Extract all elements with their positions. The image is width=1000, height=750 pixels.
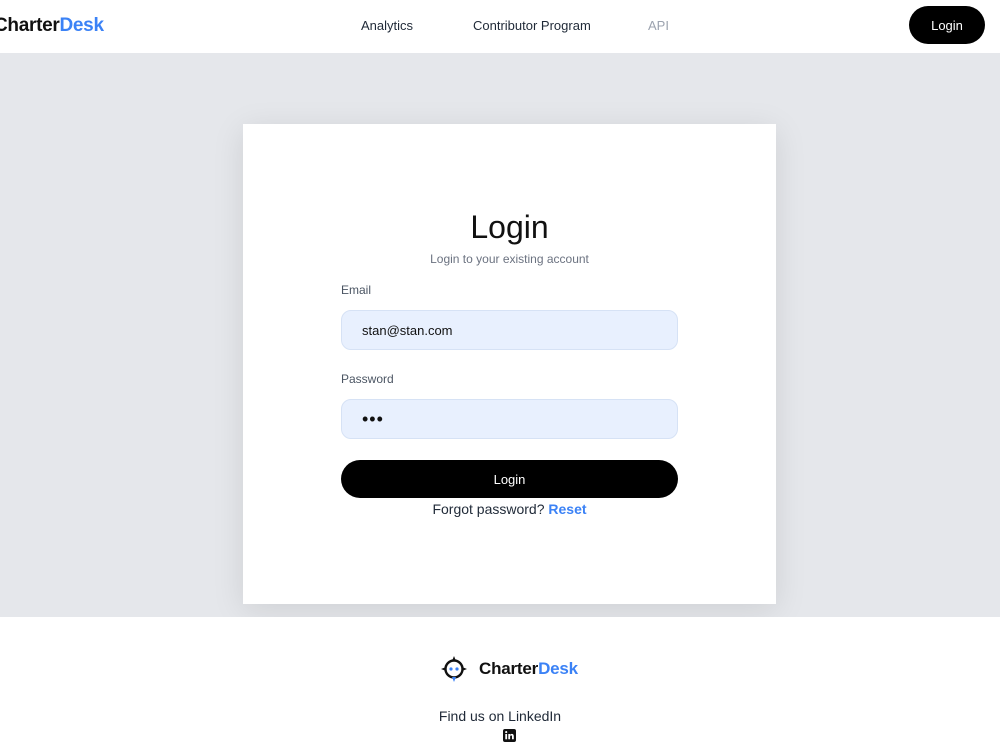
login-card: Login Login to your existing account Ema… bbox=[243, 124, 776, 604]
email-field[interactable] bbox=[341, 310, 678, 350]
email-label: Email bbox=[341, 283, 372, 297]
compass-logo-icon bbox=[441, 656, 467, 682]
nav-link-api[interactable]: API bbox=[648, 18, 669, 34]
nav-link-analytics[interactable]: Analytics bbox=[361, 18, 413, 34]
login-submit-button[interactable]: Login bbox=[341, 460, 678, 498]
brand-name-part2: Desk bbox=[59, 15, 104, 36]
linkedin-caption: Find us on LinkedIn bbox=[438, 708, 562, 724]
page-subtitle: Login to your existing account bbox=[430, 252, 589, 266]
forgot-password-row: Forgot password? Reset bbox=[243, 500, 776, 518]
main-section: Login Login to your existing account Ema… bbox=[0, 53, 1000, 617]
footer-brand[interactable]: CharterDesk bbox=[440, 654, 578, 684]
page-title: Login bbox=[470, 209, 549, 245]
footer-brand-part2: Desk bbox=[538, 659, 578, 678]
linkedin-icon[interactable] bbox=[503, 729, 516, 742]
top-header: CharterDesk Analytics Contributor Progra… bbox=[0, 0, 1000, 53]
password-field[interactable] bbox=[341, 399, 678, 439]
reset-password-link[interactable]: Reset bbox=[548, 501, 586, 517]
header-login-button[interactable]: Login bbox=[909, 6, 985, 44]
forgot-password-text: Forgot password? bbox=[432, 501, 545, 517]
footer-brand-part1: Charter bbox=[479, 659, 539, 678]
nav-link-contributor-program[interactable]: Contributor Program bbox=[473, 18, 591, 34]
password-label: Password bbox=[341, 372, 394, 386]
brand-name-part1: Charter bbox=[0, 15, 60, 36]
footer: CharterDesk Find us on LinkedIn bbox=[0, 617, 1000, 750]
footer-brand-name: CharterDesk bbox=[479, 659, 578, 679]
brand-logo[interactable]: CharterDesk bbox=[0, 14, 104, 38]
